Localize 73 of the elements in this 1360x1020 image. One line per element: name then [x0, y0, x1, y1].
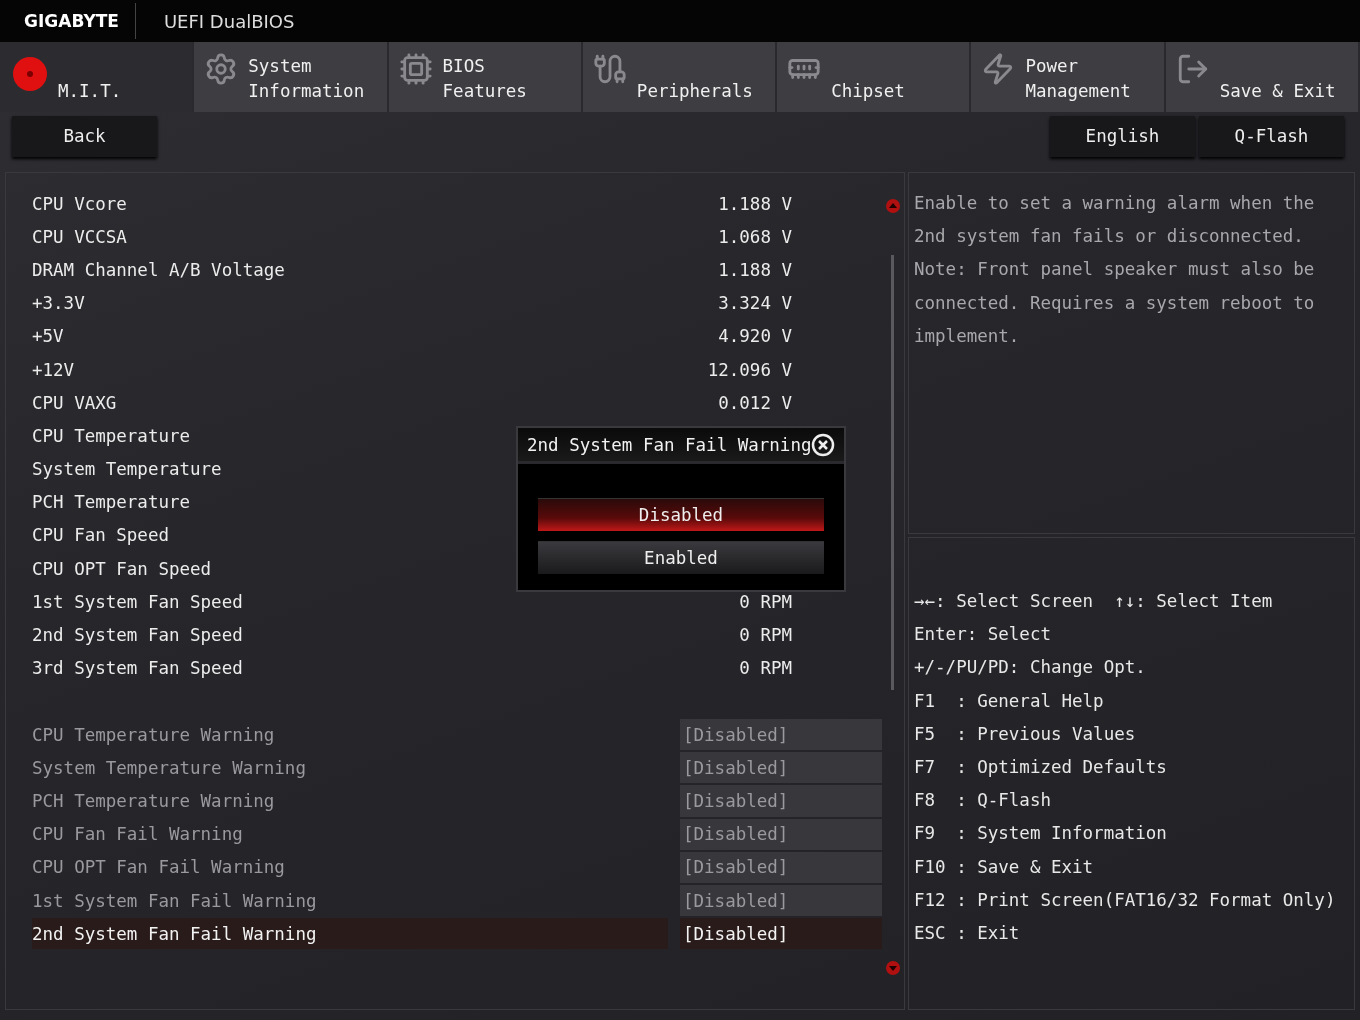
popup-option[interactable]: Disabled	[538, 498, 824, 531]
cable-icon	[592, 52, 627, 86]
reading-value: 0 RPM	[739, 625, 792, 646]
chip-icon	[398, 52, 433, 86]
reading-value: 4.920 V	[718, 326, 792, 347]
key-hint: F9 : System Information	[914, 822, 1168, 846]
reading-label: CPU Temperature	[32, 425, 191, 446]
setting-value[interactable]: [Disabled]	[680, 785, 882, 817]
reading-value: 12.096 V	[707, 359, 792, 380]
menu-tab[interactable]: M.I.T.	[0, 42, 195, 112]
key-hint: +/-/PU/PD: Change Opt.	[914, 656, 1147, 680]
setting-value[interactable]: [Disabled]	[680, 918, 882, 950]
reading-value: 3.324 V	[718, 293, 792, 314]
key-hint: F12 : Print Screen(FAT16/32 Format Only)	[914, 888, 1337, 912]
reading-label: CPU Fan Speed	[32, 525, 169, 546]
scrollbar-thumb[interactable]	[891, 255, 894, 690]
menu-tab[interactable]: Chipset	[777, 42, 972, 112]
scroll-up-icon[interactable]	[886, 199, 900, 213]
reading-value: 0 RPM	[739, 658, 792, 679]
reading-label: +3.3V	[32, 293, 85, 314]
scroll-down-icon[interactable]	[886, 961, 900, 975]
popup-title: 2nd System Fan Fail Warning	[527, 434, 812, 455]
reading-value: 1.068 V	[718, 226, 792, 247]
reading-label: CPU VCCSA	[32, 226, 127, 247]
setting-label[interactable]: PCH Temperature Warning	[32, 785, 668, 817]
reading-label: +5V	[32, 326, 64, 347]
ball-icon	[12, 56, 48, 92]
setting-value[interactable]: [Disabled]	[680, 719, 882, 751]
key-hint: ESC : Exit	[914, 922, 1021, 946]
menu-tab[interactable]: Peripherals	[582, 42, 778, 112]
key-hint: →←: Select Screen ↑↓: Select Item	[914, 590, 1274, 613]
language-button[interactable]: English	[1050, 115, 1195, 157]
popup-option[interactable]: Enabled	[538, 541, 824, 574]
reading-label: CPU Vcore	[32, 193, 127, 214]
reading-value: 1.188 V	[718, 259, 792, 280]
reading-label: PCH Temperature	[32, 492, 191, 513]
setting-value[interactable]: [Disabled]	[680, 752, 882, 784]
reading-label: 1st System Fan Speed	[32, 591, 243, 612]
reading-label: DRAM Channel A/B Voltage	[32, 259, 285, 280]
reading-label: +12V	[32, 359, 75, 380]
key-hint: F10 : Save & Exit	[914, 855, 1095, 879]
brand-logo: GIGABYTE	[24, 3, 136, 39]
reading-label: 3rd System Fan Speed	[32, 658, 243, 679]
setting-label[interactable]: CPU Fan Fail Warning	[32, 818, 668, 850]
reading-value: 1.188 V	[718, 193, 792, 214]
key-hint: F8 : Q-Flash	[914, 789, 1052, 813]
setting-label[interactable]: 2nd System Fan Fail Warning	[32, 918, 668, 950]
setting-label[interactable]: CPU Temperature Warning	[32, 719, 668, 751]
reading-value: 0.012 V	[718, 392, 792, 413]
help-description: Enable to set a warning alarm when the 2nd system fan fails or disconnected. Note: Front panel speaker must also be connected. Requires a system reboot to implement.	[914, 192, 1316, 348]
setting-value[interactable]: [Disabled]	[680, 851, 882, 883]
setting-value[interactable]: [Disabled]	[680, 884, 882, 917]
reading-value: 0 RPM	[739, 591, 792, 612]
back-button[interactable]: Back	[12, 115, 157, 157]
qflash-button[interactable]: Q-Flash	[1199, 115, 1344, 157]
setting-label[interactable]: 1st System Fan Fail Warning	[32, 884, 668, 917]
reading-label: CPU VAXG	[32, 392, 117, 413]
reading-label: CPU OPT Fan Speed	[32, 558, 212, 579]
key-hint: F7 : Optimized Defaults	[914, 756, 1168, 779]
key-hint: F1 : General Help	[914, 689, 1105, 713]
key-hint: Enter: Select	[914, 623, 1052, 647]
app-title: UEFI DualBIOS	[163, 10, 295, 32]
menu-tab[interactable]: Save & Exit	[1165, 42, 1360, 112]
key-hint: F5 : Previous Values	[914, 722, 1137, 746]
menu-tab[interactable]: Power Management	[971, 42, 1166, 112]
reading-label: 2nd System Fan Speed	[32, 625, 243, 646]
close-icon[interactable]	[811, 432, 836, 457]
setting-value[interactable]: [Disabled]	[680, 818, 882, 850]
menu-tab[interactable]: System Information	[194, 42, 389, 112]
menu-tab[interactable]: BIOS Features	[388, 42, 583, 112]
reading-label: System Temperature	[32, 459, 222, 480]
setting-label[interactable]: CPU OPT Fan Fail Warning	[32, 851, 668, 883]
setting-label[interactable]: System Temperature Warning	[32, 752, 668, 784]
